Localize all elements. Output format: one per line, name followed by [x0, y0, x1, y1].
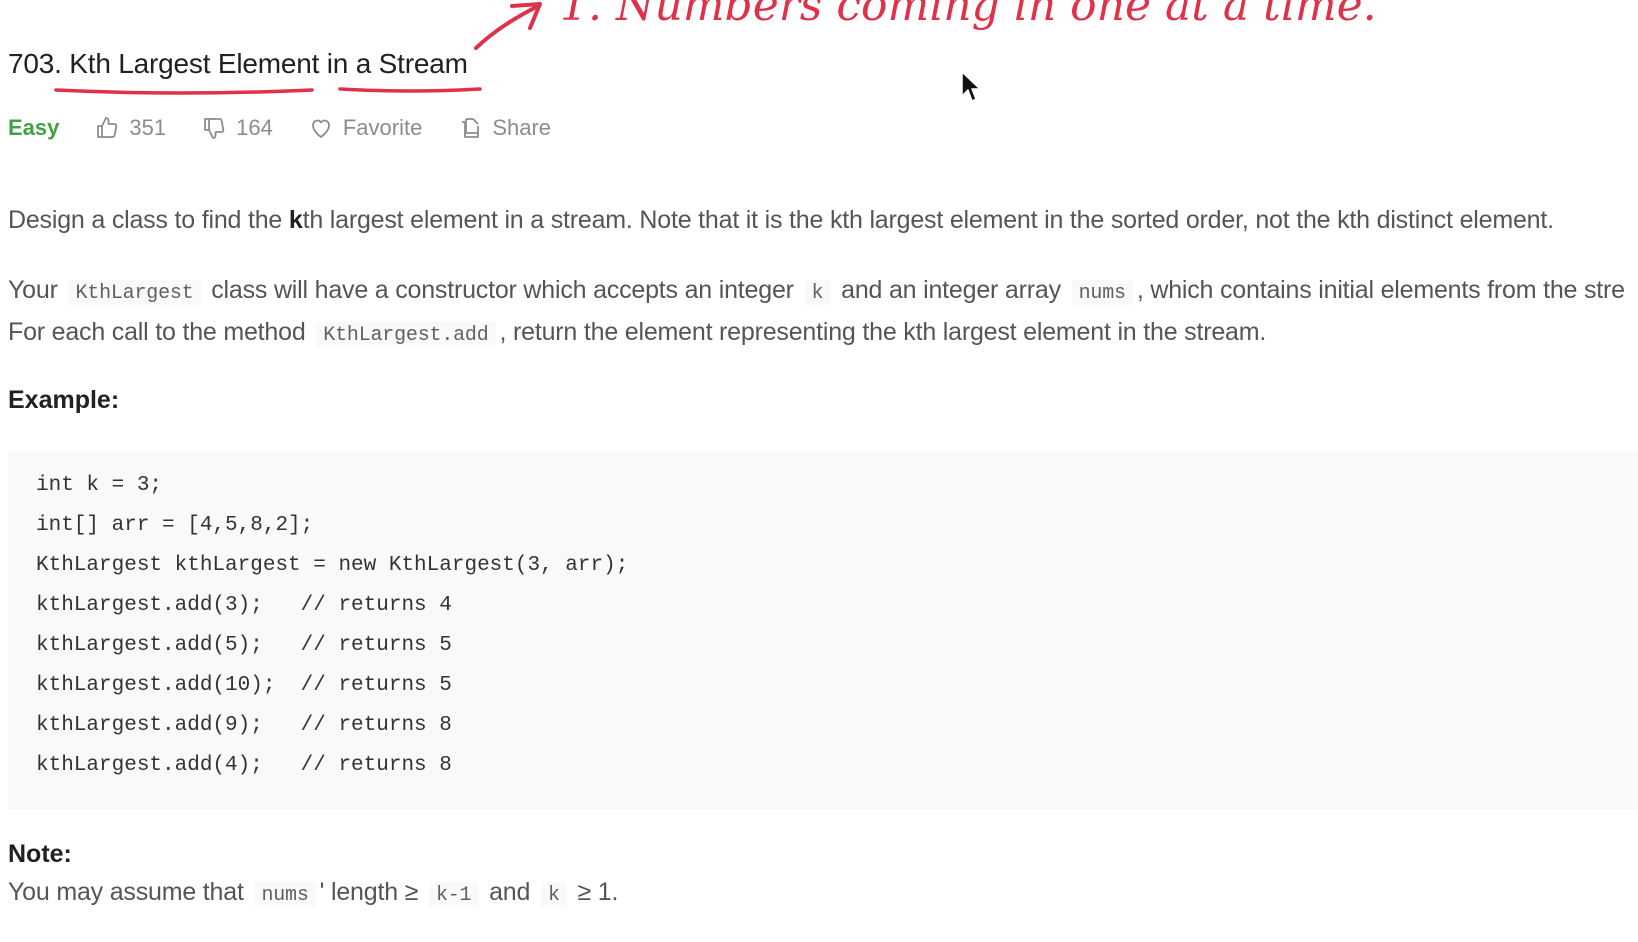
note-paragraph: You may assume that nums ' length ≥ k-1 a…: [8, 878, 1638, 907]
thumbs-up-icon: [97, 117, 118, 138]
desc-text: , which contains initial elements from t…: [1136, 276, 1625, 304]
share-button[interactable]: Share: [458, 115, 551, 141]
inline-code: KthLargest: [68, 280, 201, 305]
annotation-underline-1: [54, 88, 314, 95]
example-heading: Example:: [8, 386, 120, 414]
desc-text: class will have a constructor which acce…: [211, 276, 794, 304]
annotation-arrow: [474, 4, 540, 50]
favorite-button[interactable]: Favorite: [309, 115, 422, 141]
desc-text: , return the element representing the kt…: [499, 318, 1267, 346]
problem-meta-bar: Easy 351 164 Favorite Share: [8, 114, 587, 142]
desc-text: and an integer array: [841, 276, 1061, 304]
code-line: KthLargest kthLargest = new KthLargest(3…: [36, 554, 629, 577]
example-code-block: int k = 3; int[] arr = [4,5,8,2]; KthLar…: [8, 452, 1638, 810]
desc-text: th largest element in a stream. Note tha…: [302, 206, 1554, 234]
like-button[interactable]: 351: [95, 115, 166, 141]
heart-icon: [311, 119, 330, 138]
desc-text: Design a class to find the: [8, 206, 289, 234]
dislike-count: 164: [236, 115, 273, 140]
inline-code: nums: [1071, 280, 1133, 305]
note-text: and: [489, 878, 531, 906]
thumbs-down-icon: [204, 118, 225, 139]
code-line: kthLargest.add(10); // returns 5: [36, 674, 452, 697]
like-count: 351: [129, 115, 167, 140]
code-line: kthLargest.add(9); // returns 8: [36, 714, 452, 737]
description-paragraph-2: Your KthLargest class will have a constr…: [8, 276, 1638, 305]
note-text: ' length ≥: [319, 878, 419, 906]
inline-code: k-1: [428, 882, 479, 907]
dislike-button[interactable]: 164: [202, 115, 273, 141]
annotation-arrowhead: [510, 2, 542, 30]
inline-code: KthLargest.add: [316, 322, 496, 347]
problem-title: 703. Kth Largest Element in a Stream: [8, 48, 468, 79]
code-line: kthLargest.add(4); // returns 8: [36, 754, 452, 777]
code-line: int[] arr = [4,5,8,2];: [36, 514, 314, 537]
share-icon: [462, 118, 480, 138]
note-text: You may assume that: [8, 878, 244, 906]
share-label: Share: [492, 115, 552, 140]
annotation-underline-2: [338, 87, 482, 93]
note-heading: Note:: [8, 840, 72, 868]
favorite-label: Favorite: [342, 115, 423, 140]
inline-code: k: [540, 882, 567, 907]
desc-text: For each call to the method: [8, 318, 306, 346]
inline-code: nums: [254, 882, 316, 907]
mouse-cursor-icon: [961, 71, 981, 102]
annotation-text: 1. Numbers coming in one at a time.: [560, 0, 1377, 31]
inline-code: k: [804, 280, 831, 305]
desc-bold-k: k: [288, 206, 303, 234]
code-line: int k = 3;: [36, 474, 163, 497]
description-paragraph-1: Design a class to find the kth largest e…: [8, 206, 1638, 235]
code-line: kthLargest.add(5); // returns 5: [36, 634, 452, 657]
code-line: kthLargest.add(3); // returns 4: [36, 594, 452, 617]
note-text: ≥ 1.: [577, 878, 619, 906]
description-paragraph-3: For each call to the method KthLargest.a…: [8, 318, 1638, 347]
difficulty-badge: Easy: [8, 115, 60, 140]
desc-text: Your: [8, 276, 58, 304]
